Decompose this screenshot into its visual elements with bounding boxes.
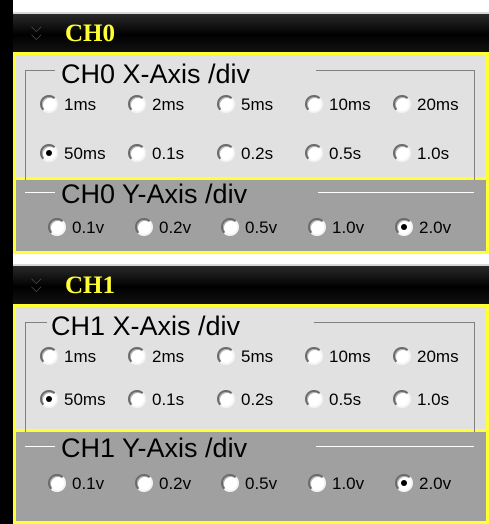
radio-button[interactable] bbox=[217, 390, 235, 408]
ch1-x-axis-group: CH1 X-Axis /div 1ms 2ms 5ms 10ms 20ms 50… bbox=[13, 304, 489, 442]
radio-button[interactable] bbox=[217, 95, 235, 113]
selected-dot bbox=[46, 396, 52, 402]
radio-button[interactable] bbox=[305, 390, 323, 408]
ch0-y-axis-group: CH0 Y-Axis /div 0.1v 0.2v 0.5v 1.0v 2.0v bbox=[13, 180, 489, 254]
selected-dot bbox=[46, 150, 52, 156]
radio-button[interactable] bbox=[135, 218, 153, 236]
radio-button[interactable] bbox=[217, 347, 235, 365]
ch0-title: CH0 bbox=[65, 20, 115, 47]
radio-button[interactable] bbox=[305, 95, 323, 113]
radio-button[interactable] bbox=[395, 474, 413, 492]
selected-dot bbox=[401, 224, 407, 230]
radio-button[interactable] bbox=[40, 390, 58, 408]
ch0-x-axis-group: CH0 X-Axis /div 1ms 2ms 5ms 10ms 20ms 50… bbox=[13, 52, 489, 190]
radio-button[interactable] bbox=[305, 347, 323, 365]
ch1-section-header[interactable]: ⌵ ⌵ CH1 bbox=[13, 264, 489, 304]
radio-button[interactable] bbox=[308, 474, 326, 492]
ch0-x-axis-legend: CH0 X-Axis /div bbox=[61, 59, 251, 89]
left-edge-bar bbox=[0, 0, 13, 524]
radio-button[interactable] bbox=[40, 347, 58, 365]
chevron-down-icon[interactable]: ⌵ ⌵ bbox=[31, 20, 47, 42]
ch0-y-axis-legend: CH0 Y-Axis /div bbox=[61, 179, 248, 209]
radio-button[interactable] bbox=[48, 218, 66, 236]
radio-button[interactable] bbox=[393, 95, 411, 113]
radio-button[interactable] bbox=[40, 144, 58, 162]
radio-button[interactable] bbox=[308, 218, 326, 236]
radio-button[interactable] bbox=[221, 474, 239, 492]
ch1-title: CH1 bbox=[65, 272, 115, 299]
radio-button[interactable] bbox=[48, 474, 66, 492]
ch1-y-axis-legend: CH1 Y-Axis /div bbox=[61, 433, 248, 463]
radio-button[interactable] bbox=[395, 218, 413, 236]
radio-button[interactable] bbox=[393, 390, 411, 408]
radio-button[interactable] bbox=[128, 95, 146, 113]
ch1-y-axis-group: CH1 Y-Axis /div 0.1v 0.2v 0.5v 1.0v 2.0v bbox=[13, 432, 489, 524]
radio-button[interactable] bbox=[135, 474, 153, 492]
radio-button[interactable] bbox=[221, 218, 239, 236]
ch0-section-header[interactable]: ⌵ ⌵ CH0 bbox=[13, 12, 489, 52]
radio-button[interactable] bbox=[305, 144, 323, 162]
radio-button[interactable] bbox=[393, 347, 411, 365]
radio-button[interactable] bbox=[40, 95, 58, 113]
radio-button[interactable] bbox=[217, 144, 235, 162]
radio-button[interactable] bbox=[393, 144, 411, 162]
radio-button[interactable] bbox=[128, 347, 146, 365]
radio-button[interactable] bbox=[128, 390, 146, 408]
ch1-x-axis-legend: CH1 X-Axis /div bbox=[51, 311, 241, 341]
selected-dot bbox=[401, 480, 407, 486]
radio-button[interactable] bbox=[128, 144, 146, 162]
chevron-down-icon[interactable]: ⌵ ⌵ bbox=[31, 272, 47, 294]
